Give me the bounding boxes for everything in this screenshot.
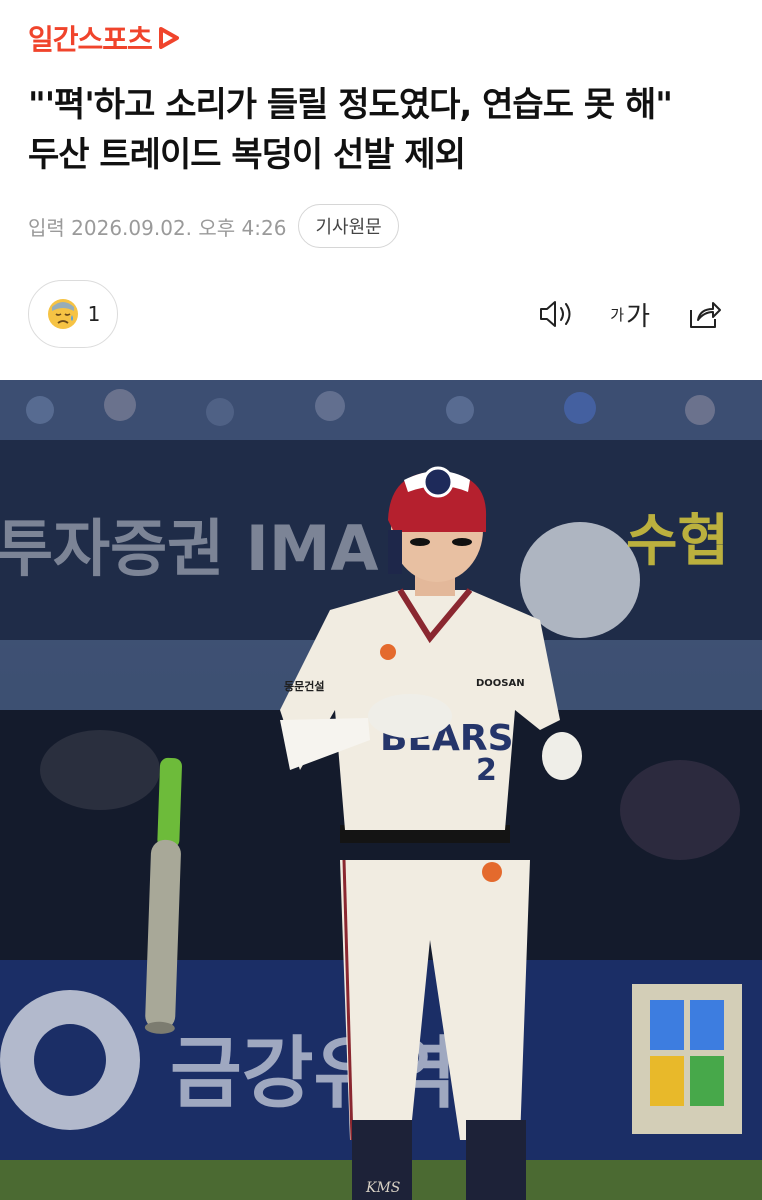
article-toolbar: 가가 — [538, 292, 722, 336]
share-icon[interactable] — [686, 292, 722, 336]
article-title: "'펵'하고 소리가 들릴 정도였다, 연습도 못 해" 두산 트레이드 복덩이… — [28, 85, 673, 175]
site-header: 일간스포츠 — [28, 18, 182, 58]
banner-left-text: 투자증권 IMA — [0, 512, 379, 585]
font-size-icon[interactable]: 가가 — [610, 292, 650, 336]
original-article-button[interactable]: 기사원문 — [298, 204, 399, 248]
jersey-number-text: 2 — [476, 753, 497, 788]
font-size-large-label: 가 — [626, 301, 650, 332]
font-size-small-label: 가 — [610, 305, 625, 324]
sock-text: KMS — [365, 1180, 400, 1196]
article-photo: 투자증권 IMA 수협 금강유역 KMS BEARS DOOSAN 2 동문건설 — [0, 380, 762, 1200]
sleeve-patch-text: 동문건설 — [284, 679, 324, 693]
brand-logo[interactable]: 일간스포츠 — [28, 18, 153, 58]
sad-face-icon — [47, 299, 78, 329]
banner-right-text: 수협 — [626, 509, 729, 574]
reaction-count: 1 — [87, 302, 101, 326]
jersey-sponsor-text: DOOSAN — [476, 678, 525, 689]
reaction-button[interactable]: 1 — [28, 280, 118, 348]
baseball-player-photo: 투자증권 IMA 수협 금강유역 KMS BEARS DOOSAN 2 동문건설 — [0, 380, 762, 1200]
speaker-icon[interactable] — [538, 292, 574, 336]
logo-arrow-icon — [158, 27, 179, 49]
article-meta: 입력 2026.09.02. 오후 4:26 기사원문 — [28, 204, 399, 248]
publish-date: 입력 2026.09.02. 오후 4:26 — [28, 215, 287, 240]
